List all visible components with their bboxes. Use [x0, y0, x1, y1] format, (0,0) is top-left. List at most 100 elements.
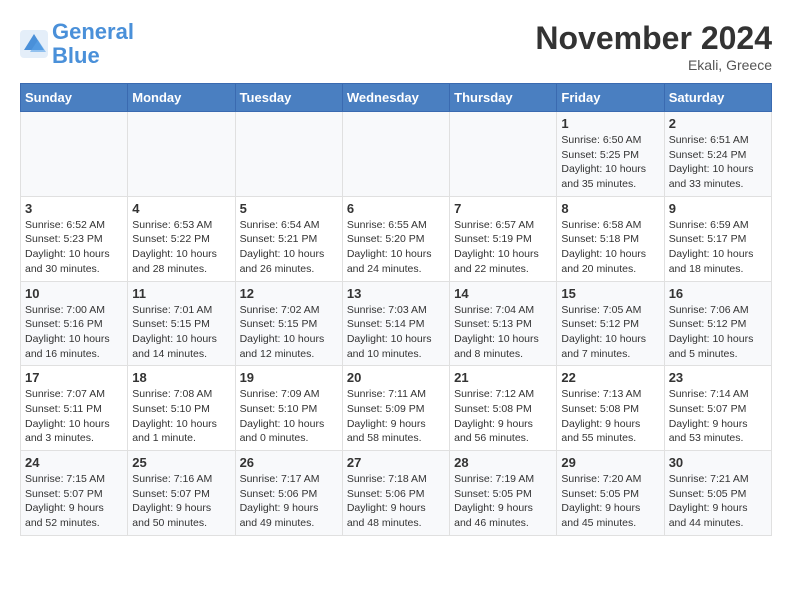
day-number: 27: [347, 455, 445, 470]
day-info: Sunrise: 6:51 AM Sunset: 5:24 PM Dayligh…: [669, 133, 767, 192]
day-info: Sunrise: 7:05 AM Sunset: 5:12 PM Dayligh…: [561, 303, 659, 362]
day-info: Sunrise: 7:03 AM Sunset: 5:14 PM Dayligh…: [347, 303, 445, 362]
day-info: Sunrise: 7:07 AM Sunset: 5:11 PM Dayligh…: [25, 387, 123, 446]
day-number: 29: [561, 455, 659, 470]
day-number: 30: [669, 455, 767, 470]
day-info: Sunrise: 7:21 AM Sunset: 5:05 PM Dayligh…: [669, 472, 767, 531]
day-number: 5: [240, 201, 338, 216]
day-number: 6: [347, 201, 445, 216]
logo: General Blue: [20, 20, 134, 68]
day-info: Sunrise: 6:52 AM Sunset: 5:23 PM Dayligh…: [25, 218, 123, 277]
day-number: 17: [25, 370, 123, 385]
calendar-cell: 15 Sunrise: 7:05 AM Sunset: 5:12 PM Dayli…: [557, 281, 664, 366]
calendar-week-1: 1 Sunrise: 6:50 AM Sunset: 5:25 PM Daylig…: [21, 112, 772, 197]
day-number: 18: [132, 370, 230, 385]
weekday-header-monday: Monday: [128, 84, 235, 112]
calendar-cell: 8 Sunrise: 6:58 AM Sunset: 5:18 PM Daylig…: [557, 196, 664, 281]
calendar-body: 1 Sunrise: 6:50 AM Sunset: 5:25 PM Daylig…: [21, 112, 772, 536]
day-info: Sunrise: 6:50 AM Sunset: 5:25 PM Dayligh…: [561, 133, 659, 192]
day-number: 15: [561, 286, 659, 301]
calendar-cell: 30 Sunrise: 7:21 AM Sunset: 5:05 PM Dayli…: [664, 451, 771, 536]
day-info: Sunrise: 6:53 AM Sunset: 5:22 PM Dayligh…: [132, 218, 230, 277]
day-info: Sunrise: 7:01 AM Sunset: 5:15 PM Dayligh…: [132, 303, 230, 362]
title-block: November 2024 Ekali, Greece: [535, 20, 772, 73]
calendar-cell: 17 Sunrise: 7:07 AM Sunset: 5:11 PM Dayli…: [21, 366, 128, 451]
day-info: Sunrise: 7:13 AM Sunset: 5:08 PM Dayligh…: [561, 387, 659, 446]
day-number: 3: [25, 201, 123, 216]
day-info: Sunrise: 7:04 AM Sunset: 5:13 PM Dayligh…: [454, 303, 552, 362]
weekday-header-row: SundayMondayTuesdayWednesdayThursdayFrid…: [21, 84, 772, 112]
calendar-cell: 7Sunrise: 6:57 AM Sunset: 5:19 PM Daylig…: [450, 196, 557, 281]
day-info: Sunrise: 7:14 AM Sunset: 5:07 PM Dayligh…: [669, 387, 767, 446]
logo-icon: [20, 30, 48, 58]
calendar-cell: 23Sunrise: 7:14 AM Sunset: 5:07 PM Dayli…: [664, 366, 771, 451]
day-number: 13: [347, 286, 445, 301]
calendar-cell: 2 Sunrise: 6:51 AM Sunset: 5:24 PM Daylig…: [664, 112, 771, 197]
calendar-table: SundayMondayTuesdayWednesdayThursdayFrid…: [20, 83, 772, 536]
weekday-header-thursday: Thursday: [450, 84, 557, 112]
day-info: Sunrise: 7:02 AM Sunset: 5:15 PM Dayligh…: [240, 303, 338, 362]
day-number: 2: [669, 116, 767, 131]
day-number: 1: [561, 116, 659, 131]
calendar-cell: 6 Sunrise: 6:55 AM Sunset: 5:20 PM Daylig…: [342, 196, 449, 281]
day-number: 12: [240, 286, 338, 301]
calendar-cell: 26Sunrise: 7:17 AM Sunset: 5:06 PM Dayli…: [235, 451, 342, 536]
day-number: 28: [454, 455, 552, 470]
logo-line1: General: [52, 19, 134, 44]
day-info: Sunrise: 7:20 AM Sunset: 5:05 PM Dayligh…: [561, 472, 659, 531]
day-info: Sunrise: 6:54 AM Sunset: 5:21 PM Dayligh…: [240, 218, 338, 277]
weekday-header-sunday: Sunday: [21, 84, 128, 112]
day-info: Sunrise: 6:58 AM Sunset: 5:18 PM Dayligh…: [561, 218, 659, 277]
calendar-cell: 12 Sunrise: 7:02 AM Sunset: 5:15 PM Dayli…: [235, 281, 342, 366]
calendar-week-2: 3 Sunrise: 6:52 AM Sunset: 5:23 PM Daylig…: [21, 196, 772, 281]
calendar-cell: 5 Sunrise: 6:54 AM Sunset: 5:21 PM Daylig…: [235, 196, 342, 281]
weekday-header-wednesday: Wednesday: [342, 84, 449, 112]
calendar-cell: [128, 112, 235, 197]
calendar-cell: 3 Sunrise: 6:52 AM Sunset: 5:23 PM Daylig…: [21, 196, 128, 281]
day-info: Sunrise: 7:08 AM Sunset: 5:10 PM Dayligh…: [132, 387, 230, 446]
calendar-cell: 27Sunrise: 7:18 AM Sunset: 5:06 PM Dayli…: [342, 451, 449, 536]
calendar-cell: 29 Sunrise: 7:20 AM Sunset: 5:05 PM Dayli…: [557, 451, 664, 536]
calendar-cell: 16 Sunrise: 7:06 AM Sunset: 5:12 PM Dayli…: [664, 281, 771, 366]
day-number: 8: [561, 201, 659, 216]
day-number: 22: [561, 370, 659, 385]
calendar-cell: 11 Sunrise: 7:01 AM Sunset: 5:15 PM Dayli…: [128, 281, 235, 366]
day-info: Sunrise: 7:16 AM Sunset: 5:07 PM Dayligh…: [132, 472, 230, 531]
day-number: 7: [454, 201, 552, 216]
day-number: 11: [132, 286, 230, 301]
calendar-cell: 1 Sunrise: 6:50 AM Sunset: 5:25 PM Daylig…: [557, 112, 664, 197]
calendar-cell: 18 Sunrise: 7:08 AM Sunset: 5:10 PM Dayli…: [128, 366, 235, 451]
calendar-cell: 22 Sunrise: 7:13 AM Sunset: 5:08 PM Dayli…: [557, 366, 664, 451]
day-info: Sunrise: 7:17 AM Sunset: 5:06 PM Dayligh…: [240, 472, 338, 531]
calendar-cell: 19 Sunrise: 7:09 AM Sunset: 5:10 PM Dayli…: [235, 366, 342, 451]
calendar-cell: 21Sunrise: 7:12 AM Sunset: 5:08 PM Dayli…: [450, 366, 557, 451]
day-number: 19: [240, 370, 338, 385]
weekday-header-saturday: Saturday: [664, 84, 771, 112]
day-number: 24: [25, 455, 123, 470]
day-number: 14: [454, 286, 552, 301]
day-info: Sunrise: 7:15 AM Sunset: 5:07 PM Dayligh…: [25, 472, 123, 531]
weekday-header-friday: Friday: [557, 84, 664, 112]
calendar-cell: 24 Sunrise: 7:15 AM Sunset: 5:07 PM Dayli…: [21, 451, 128, 536]
calendar-cell: 28Sunrise: 7:19 AM Sunset: 5:05 PM Dayli…: [450, 451, 557, 536]
day-number: 16: [669, 286, 767, 301]
calendar-cell: 4Sunrise: 6:53 AM Sunset: 5:22 PM Daylig…: [128, 196, 235, 281]
day-info: Sunrise: 7:00 AM Sunset: 5:16 PM Dayligh…: [25, 303, 123, 362]
calendar-week-4: 17 Sunrise: 7:07 AM Sunset: 5:11 PM Dayli…: [21, 366, 772, 451]
day-info: Sunrise: 7:09 AM Sunset: 5:10 PM Dayligh…: [240, 387, 338, 446]
calendar-week-5: 24 Sunrise: 7:15 AM Sunset: 5:07 PM Dayli…: [21, 451, 772, 536]
day-info: Sunrise: 7:11 AM Sunset: 5:09 PM Dayligh…: [347, 387, 445, 446]
calendar-cell: 14 Sunrise: 7:04 AM Sunset: 5:13 PM Dayli…: [450, 281, 557, 366]
day-info: Sunrise: 6:59 AM Sunset: 5:17 PM Dayligh…: [669, 218, 767, 277]
calendar-cell: [235, 112, 342, 197]
calendar-cell: 20Sunrise: 7:11 AM Sunset: 5:09 PM Dayli…: [342, 366, 449, 451]
calendar-header: SundayMondayTuesdayWednesdayThursdayFrid…: [21, 84, 772, 112]
weekday-header-tuesday: Tuesday: [235, 84, 342, 112]
calendar-cell: 9Sunrise: 6:59 AM Sunset: 5:17 PM Daylig…: [664, 196, 771, 281]
calendar-cell: [342, 112, 449, 197]
calendar-cell: [21, 112, 128, 197]
day-info: Sunrise: 7:06 AM Sunset: 5:12 PM Dayligh…: [669, 303, 767, 362]
day-number: 25: [132, 455, 230, 470]
day-info: Sunrise: 6:55 AM Sunset: 5:20 PM Dayligh…: [347, 218, 445, 277]
logo-text: General Blue: [52, 20, 134, 68]
